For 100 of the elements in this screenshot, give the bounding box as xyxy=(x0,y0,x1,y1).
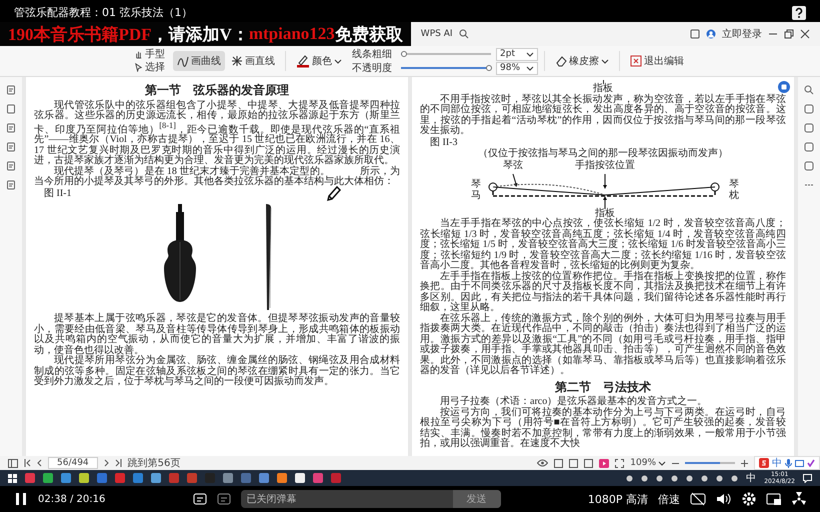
diagram-caption: （仅位于按弦指与琴马之间的那一段琴弦因振动而发声） xyxy=(477,149,729,160)
caret-icon xyxy=(601,58,609,64)
arrow xyxy=(512,174,518,187)
window-icon[interactable] xyxy=(690,29,700,39)
zoom-value: 109% xyxy=(630,458,656,468)
wps-ai-button[interactable]: WPS AI xyxy=(420,29,453,39)
skin-icon[interactable] xyxy=(807,459,815,467)
ime-mode-text[interactable]: 中 xyxy=(772,456,782,470)
body-paragraph: 现代管弦乐队中的弦乐器组包含了小提琴、中提琴、大提琴及低音提琴四种拉弦乐器。这些乐器的历史源远流长，相传，最原始的拉弦乐器源起于东方（斯里兰卡、印度乃至阿拉伯等地）$^{[8-1]}$，距今已逾数千载。即使是现代弦乐器的“直系祖先”——维奥尔（Viol，亦称古提琴），至迟于 15 世纪也已在欧洲流行，并在 16、17 世纪文艺复兴时期及巴罗克时期的音乐中得到广泛的运用。经过漫长的历史演进，古提琴家族才逐渐为结构更为合理、发音更为完美的现代弦乐器家族所取代。 xyxy=(34,100,400,166)
volume-icon[interactable] xyxy=(716,492,732,506)
pause-icon[interactable] xyxy=(14,492,28,506)
curve-pen-button[interactable]: 画曲线 xyxy=(173,51,225,71)
diagram-label: 琴枕 xyxy=(729,179,739,201)
body-paragraph: 现代提琴所用琴弦分为金属弦、肠弦、缠金属丝的肠弦、钢绳弦及用合成材料制成的弦等多种。固定在弦轴及系弦板之间的琴弦在绷紧时具有一定的张力。当它受到外力激发之后，位于琴枕与琴马之间的一段便可因振动而发声。 xyxy=(34,356,400,388)
compare-icon[interactable] xyxy=(804,123,814,133)
search-icon[interactable] xyxy=(804,85,814,95)
zoom-dropdown[interactable]: 109% xyxy=(630,458,666,468)
diagram-label: 手指按弦位置 xyxy=(575,161,635,172)
keyboard-icon[interactable] xyxy=(795,460,804,466)
tag-icon[interactable] xyxy=(6,142,16,152)
help-icon[interactable] xyxy=(792,6,806,20)
first-page-icon[interactable] xyxy=(24,459,31,467)
comment-icon[interactable] xyxy=(6,123,16,133)
restore-icon[interactable] xyxy=(784,29,794,39)
edit-icon[interactable] xyxy=(6,161,16,171)
zoom-in-icon[interactable] xyxy=(741,460,748,466)
lines-icon xyxy=(231,55,243,67)
fit-icon[interactable] xyxy=(615,458,624,468)
body-paragraph: 在弦乐器上，传统的激振方式，除个别的例外，大体可归为用琴弓拉奏与用手指拨奏两大类。在近现代作品中，不同的敲击（拍击）奏法也得到了相当广泛的运用。激振方式的差异以及激振“工具”的不同（如用弓毛或弓杆拉奏，用手指、指甲或拨子拨奏，用手指、手掌或其他器具叩击、拍击等），可产生迥然不同的音色效果。此外，不同激振点的选择（如靠琴马、靠指板或琴马后等）也直接影响着弦乐器的发音（详见以后各节详述）。 xyxy=(420,314,786,376)
fan-icon[interactable] xyxy=(792,492,806,506)
notification-icon[interactable] xyxy=(803,474,812,482)
close-icon[interactable] xyxy=(800,29,810,39)
slider-thumb[interactable] xyxy=(486,65,492,71)
goto-page-text: 跳到第56页 xyxy=(128,456,180,470)
banner-text: 免费获取 xyxy=(334,24,403,46)
close-box-icon xyxy=(630,55,642,67)
eraser-button[interactable]: 橡皮擦 xyxy=(551,51,613,71)
mic-icon[interactable] xyxy=(785,458,792,468)
body-paragraph: 用弓子拉奏（术语：arco）是弦乐器最基本的发音方式之一。 xyxy=(439,397,708,408)
subtitle-off-icon[interactable] xyxy=(690,492,706,506)
body-paragraph: 不用手指按弦时，琴弦以其全长振动发声，称为空弦音，若以左手手指在琴弦的不同部位按弦，可相应地缩短弦长，发出高度各异的、高于空弦音的按弦音。这里，按弦的手指起着“活动琴枕”的作用，因而仅位于按弦指与琴马间的那一段琴弦发生振动。 xyxy=(420,94,786,136)
section-heading: 第二节 弓法技术 xyxy=(554,380,652,394)
ime-logo-icon xyxy=(759,458,769,468)
body-paragraph: 按运弓方向，我们可将拉奏的基本动作分为上弓与下弓两类。在运弓时，自弓根拉至弓尖称为下弓（用符号■在音符上方标明）。它可产生较强的起奏，发音较结实、丰满。慢奏时若不加意控制，常带有力度上的渐弱效果，一般常用于小节强拍，或用以强调重音。在速度不大快 xyxy=(420,408,786,450)
danmaku-toggle-icon[interactable] xyxy=(216,492,231,506)
sidebar-toggle-icon[interactable] xyxy=(8,458,18,468)
assistant-icon[interactable] xyxy=(778,81,790,93)
caret-icon xyxy=(334,58,342,64)
login-link[interactable]: 立即登录 xyxy=(722,27,762,41)
next-page-icon[interactable] xyxy=(104,459,109,467)
arrow xyxy=(603,174,607,189)
picture-in-picture-icon[interactable] xyxy=(766,492,782,506)
scroll-view-icon[interactable] xyxy=(584,458,594,468)
banner-text: mtpiano123 xyxy=(248,24,335,44)
section-heading: 第一节 弦乐器的发音原理 xyxy=(144,84,290,97)
settings-icon[interactable] xyxy=(742,492,756,506)
ime-toolbar[interactable]: 中 xyxy=(754,456,820,470)
previous-page-icon[interactable] xyxy=(37,459,42,467)
hand-tool-button[interactable]: 手型 xyxy=(132,48,167,60)
caret-icon xyxy=(658,460,666,466)
play-icon[interactable] xyxy=(599,458,610,468)
eraser-icon xyxy=(555,55,567,67)
diagram-label: 指板 xyxy=(595,209,615,219)
danmaku-settings-icon[interactable] xyxy=(192,492,207,506)
dropdown-value: 2pt xyxy=(500,48,515,60)
line-width-label: 线条粗细 xyxy=(352,48,393,61)
line-width-dropdown[interactable]: 2pt xyxy=(496,48,538,60)
search-icon[interactable] xyxy=(458,29,469,39)
pen-color-button[interactable]: 颜色 xyxy=(292,51,346,71)
arrow xyxy=(603,196,607,210)
input-method-indicator[interactable]: 中 xyxy=(746,471,756,485)
opacity-dropdown[interactable]: 98% xyxy=(496,62,538,74)
exit-edit-button[interactable]: 退出编辑 xyxy=(626,51,688,71)
page-icon[interactable] xyxy=(6,104,16,114)
translate-icon[interactable] xyxy=(804,104,814,114)
layers-icon[interactable] xyxy=(6,180,16,190)
windows-start-icon[interactable] xyxy=(8,474,17,482)
last-page-icon[interactable] xyxy=(114,459,122,467)
line-pen-button[interactable]: 画直线 xyxy=(227,51,279,71)
pen-icon xyxy=(296,54,310,68)
slider-thumb[interactable] xyxy=(400,51,407,57)
figure-label: 图 II-3 xyxy=(430,138,458,148)
eye-icon[interactable] xyxy=(537,459,548,467)
share-icon[interactable] xyxy=(804,142,814,152)
bookmark-icon[interactable] xyxy=(6,85,16,95)
select-tool-button[interactable]: 选择 xyxy=(132,62,167,74)
speed-button[interactable]: 倍速 xyxy=(658,492,680,506)
dropdown-value: 98% xyxy=(500,62,520,74)
banner-text: 190本音乐书籍PDF xyxy=(8,24,152,46)
diagram-label: 琴弦 xyxy=(503,161,523,172)
pointer-icon xyxy=(134,63,143,72)
banner-text: ，请添加V： xyxy=(152,24,249,46)
double-view-icon[interactable] xyxy=(569,458,578,468)
user-icon[interactable] xyxy=(706,29,716,39)
body-paragraph: 左手手指在指板上按弦的位置称作把位。手指在指板上变换按把的位置，称作换把。由于不同类弦乐器的尺寸及指板长度不同，其指法及换把技术在细节上有许多区别。因此，有关把位与指法的若干具体问题，我们留待论述各乐器性能时再行细叙，这里从略。 xyxy=(420,272,786,313)
page-number-field[interactable]: 56/494 xyxy=(48,457,98,469)
quality-button[interactable]: 1080P 高清 xyxy=(588,492,648,506)
hand-icon xyxy=(134,50,143,59)
playback-time: 02:38 / 20:16 xyxy=(38,494,106,504)
single-view-icon[interactable] xyxy=(554,458,564,468)
